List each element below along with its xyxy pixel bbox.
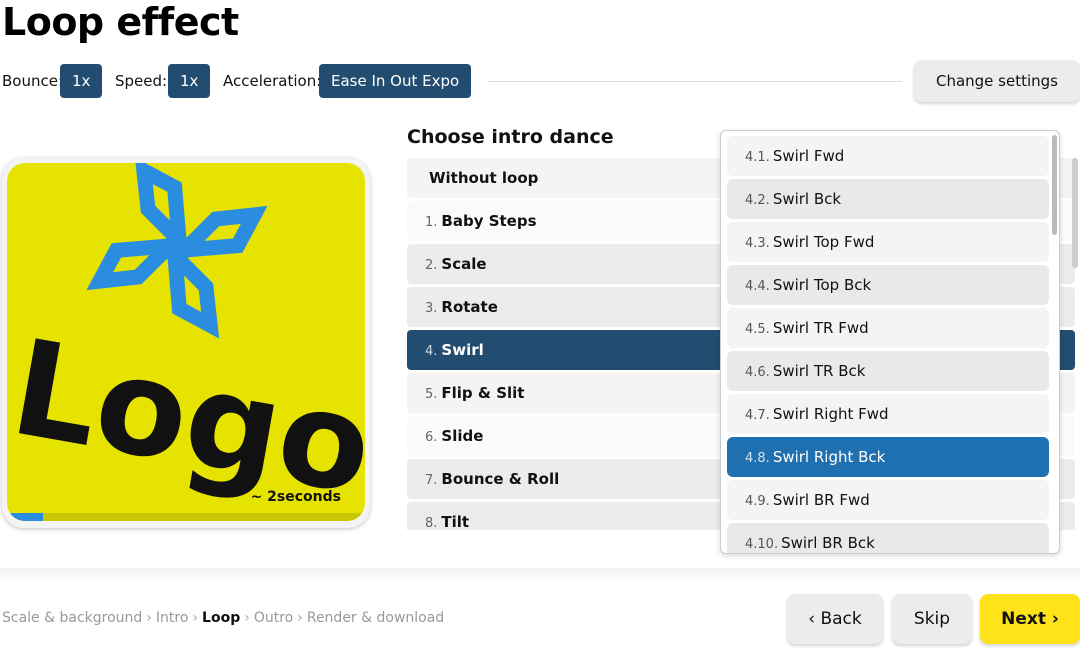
submenu-scrollbar[interactable] [1052, 135, 1058, 551]
skip-button[interactable]: Skip [892, 594, 972, 644]
dance-item-number: 1. [425, 215, 438, 230]
breadcrumb-step[interactable]: Outro [254, 610, 293, 626]
submenu-item-label: Swirl Right Bck [772, 448, 886, 466]
playback-progress[interactable] [7, 513, 365, 521]
footer-divider [0, 568, 1080, 582]
submenu-item-number: 4.7. [745, 408, 770, 423]
duration-label: ~ 2seconds [250, 489, 341, 505]
submenu-item[interactable]: 4.3. Swirl Top Fwd [727, 222, 1049, 262]
breadcrumb-separator: › [146, 610, 152, 626]
submenu-scrollbar-thumb[interactable] [1052, 135, 1057, 235]
bounce-label: Bounce: [2, 72, 64, 90]
submenu-item[interactable]: 4.7. Swirl Right Fwd [727, 394, 1049, 434]
submenu-item[interactable]: 4.8. Swirl Right Bck [727, 437, 1049, 477]
dance-item-number: 5. [425, 387, 438, 402]
logo-mark-icon [86, 163, 268, 339]
breadcrumb: Scale & background › Intro › Loop › Outro › Rend… [2, 610, 444, 626]
acceleration-chip[interactable]: Ease In Out Expo [319, 64, 472, 98]
dance-list-heading: Choose intro dance [407, 126, 614, 148]
submenu-item-label: Swirl Fwd [772, 147, 845, 165]
logo-graphic: Logo [7, 163, 365, 521]
submenu-item-label: Swirl Right Fwd [772, 405, 889, 423]
submenu-item-label: Swirl BR Fwd [772, 491, 870, 509]
dance-item-label: Without loop [429, 169, 539, 187]
speed-label: Speed: [115, 72, 168, 90]
speed-chip[interactable]: 1x [168, 64, 211, 98]
submenu-item-number: 4.6. [745, 365, 770, 380]
dance-item-label: Bounce & Roll [441, 470, 560, 488]
breadcrumb-step: Loop [202, 610, 241, 626]
submenu-item[interactable]: 4.1. Swirl Fwd [727, 136, 1049, 176]
dance-item-label: Scale [441, 255, 487, 273]
dance-item-number: 6. [425, 430, 438, 445]
submenu-item-number: 4.10. [745, 537, 779, 552]
dance-item-label: Swirl [441, 341, 484, 359]
dance-item-number: 2. [425, 258, 438, 273]
playback-progress-fill [7, 513, 43, 521]
submenu-item-number: 4.5. [745, 322, 770, 337]
submenu-item-label: Swirl Top Fwd [772, 233, 875, 251]
breadcrumb-separator: › [297, 610, 303, 626]
submenu-item-label: Swirl Bck [772, 190, 842, 208]
submenu-item-label: Swirl Top Bck [772, 276, 872, 294]
submenu-item-number: 4.4. [745, 279, 770, 294]
submenu-item-label: Swirl BR Bck [781, 534, 875, 552]
logo-preview: Logo ~ 2seconds [2, 158, 370, 528]
submenu-item-number: 4.2. [745, 193, 770, 208]
breadcrumb-step[interactable]: Scale & background [2, 610, 142, 626]
submenu-item[interactable]: 4.6. Swirl TR Bck [727, 351, 1049, 391]
preview-canvas: Logo ~ 2seconds [7, 163, 365, 521]
submenu-item[interactable]: 4.4. Swirl Top Bck [727, 265, 1049, 305]
settings-bar: Bounce: 1x Speed: 1x Acceleration: Ease … [0, 60, 1080, 102]
settings-divider [488, 81, 902, 82]
submenu-item-number: 4.3. [745, 236, 770, 251]
dance-item-label: Baby Steps [441, 212, 537, 230]
swirl-submenu: 4.1. Swirl Fwd 4.2. Swirl Bck 4.3. Swirl Top … [720, 130, 1060, 554]
submenu-item[interactable]: 4.2. Swirl Bck [727, 179, 1049, 219]
breadcrumb-step[interactable]: Intro [156, 610, 189, 626]
dance-item-number: 8. [425, 516, 438, 530]
submenu-item-label: Swirl TR Fwd [772, 319, 869, 337]
page-title: Loop effect [2, 0, 239, 44]
back-button[interactable]: ‹ Back [787, 594, 883, 644]
submenu-item-number: 4.1. [745, 150, 770, 165]
dance-item-label: Rotate [441, 298, 498, 316]
submenu-item[interactable]: 4.9. Swirl BR Fwd [727, 480, 1049, 520]
bounce-chip[interactable]: 1x [60, 64, 103, 98]
dance-item-number: 4. [425, 344, 438, 359]
submenu-item-number: 4.8. [745, 451, 770, 466]
dance-item-number: 3. [425, 301, 438, 316]
next-button[interactable]: Next › [980, 594, 1080, 644]
breadcrumb-step[interactable]: Render & download [307, 610, 444, 626]
dance-item-number: 7. [425, 473, 438, 488]
submenu-item-number: 4.9. [745, 494, 770, 509]
submenu-item-label: Swirl TR Bck [772, 362, 866, 380]
breadcrumb-separator: › [244, 610, 250, 626]
dance-list-scrollbar[interactable] [1072, 158, 1078, 268]
dance-item-label: Tilt [441, 513, 470, 530]
dance-item-label: Flip & Slit [441, 384, 525, 402]
dance-item-label: Slide [441, 427, 484, 445]
breadcrumb-separator: › [192, 610, 199, 626]
submenu-item[interactable]: 4.10. Swirl BR Bck [727, 523, 1049, 553]
change-settings-button[interactable]: Change settings [914, 60, 1080, 102]
acceleration-label: Acceleration: [223, 72, 322, 90]
submenu-item[interactable]: 4.5. Swirl TR Fwd [727, 308, 1049, 348]
